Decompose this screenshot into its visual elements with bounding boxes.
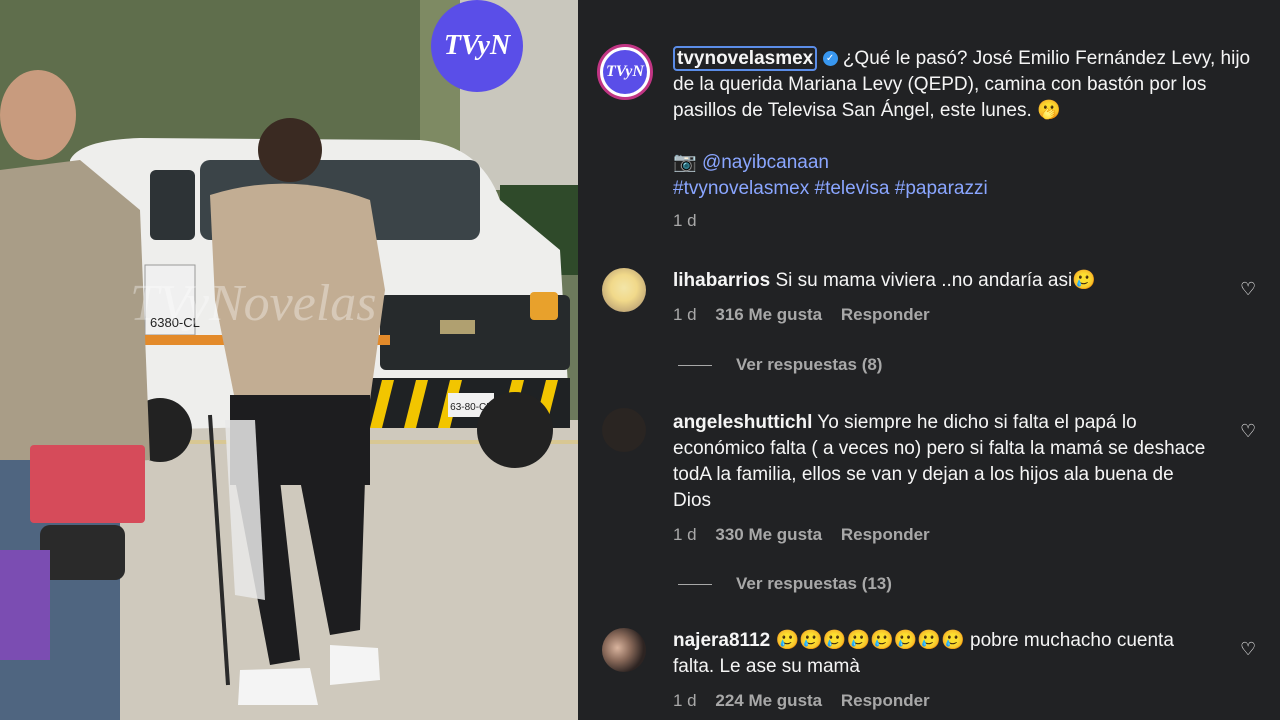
commenter-avatar[interactable]: [602, 408, 646, 452]
commenter-avatar[interactable]: [602, 628, 646, 672]
post-author-avatar[interactable]: TVyN: [597, 44, 653, 100]
heart-icon[interactable]: ♡: [1240, 422, 1258, 440]
comment-text: Si su mama viviera ..no andaría asi🥲: [775, 270, 1096, 291]
verified-badge-icon: ✓: [822, 51, 838, 67]
comment-time: 1 d: [673, 525, 697, 544]
replies-divider: [678, 584, 712, 586]
commenter-username[interactable]: lihabarrios: [673, 270, 770, 291]
comments-panel: TVyN tvynovelasmex ✓ ¿Qué le pasó? José …: [578, 0, 1280, 720]
commenter-avatar[interactable]: [602, 268, 646, 312]
hashtags-link[interactable]: #tvynovelasmex #televisa #paparazzi: [673, 176, 1258, 202]
heart-icon[interactable]: ♡: [1240, 280, 1258, 298]
camera-icon: 📷: [673, 152, 697, 173]
post-author-username[interactable]: tvynovelasmex: [673, 46, 818, 71]
comment-likes[interactable]: 224 Me gusta: [715, 691, 822, 710]
reply-button[interactable]: Responder: [841, 525, 930, 544]
reply-button[interactable]: Responder: [841, 691, 930, 710]
tvyn-logo: TVyN: [431, 0, 523, 92]
photo-scene: 63-80-CL 6380-CL TVyNovelas: [0, 0, 578, 720]
post-time: 1 d: [673, 211, 697, 230]
comment-time: 1 d: [673, 691, 697, 710]
commenter-username[interactable]: najera8112: [673, 630, 770, 651]
commenter-username[interactable]: angeleshuttichl: [673, 412, 812, 433]
comment-time: 1 d: [673, 305, 697, 324]
comment-likes[interactable]: 316 Me gusta: [715, 305, 822, 324]
credit-mention-link[interactable]: @nayibcanaan: [702, 152, 829, 173]
replies-divider: [678, 365, 712, 367]
view-replies-button[interactable]: Ver respuestas (13): [678, 574, 892, 594]
post-caption: tvynovelasmex ✓ ¿Qué le pasó? José Emili…: [673, 46, 1258, 234]
svg-text:TVyNovelas: TVyNovelas: [130, 275, 377, 332]
heart-icon[interactable]: ♡: [1240, 640, 1258, 658]
post-photo: 63-80-CL 6380-CL TVyNovelas TVyN: [0, 0, 578, 720]
reply-button[interactable]: Responder: [841, 305, 930, 324]
view-replies-button[interactable]: Ver respuestas (8): [678, 355, 882, 375]
comment-likes[interactable]: 330 Me gusta: [715, 525, 822, 544]
